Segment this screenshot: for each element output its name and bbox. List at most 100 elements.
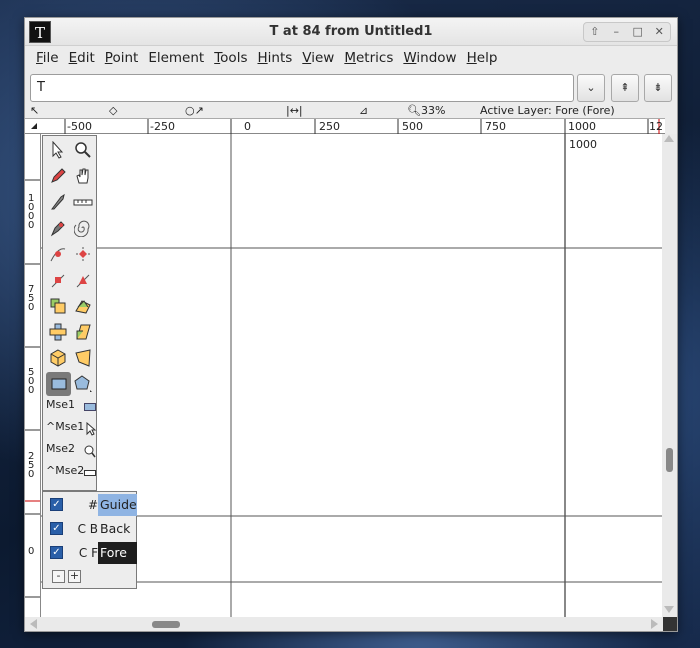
layer-flags: C B bbox=[77, 522, 98, 536]
close-icon[interactable]: ✕ bbox=[650, 23, 668, 41]
up-arrow-icon[interactable]: ⇧ bbox=[586, 23, 604, 41]
menu-help[interactable]: Help bbox=[462, 50, 503, 66]
polygon-tool-icon[interactable] bbox=[72, 373, 94, 395]
layer-row-fore[interactable]: ✓ C F Fore bbox=[43, 542, 137, 564]
curve-point-icon: ○↗ bbox=[185, 104, 204, 117]
ctrl-mouse1-label: ^Mse1 bbox=[46, 420, 85, 433]
mouse1-label: Mse1 bbox=[46, 398, 75, 411]
chevron-down-icon[interactable]: ⌄ bbox=[577, 74, 605, 102]
window-title: T at 84 from Untitled1 bbox=[269, 24, 433, 39]
horizontal-scroll-thumb[interactable] bbox=[152, 621, 180, 628]
status-row: ↖ ◇ ○↗ |↔| ⊿ 🔍︎ 33% Active Layer: Fore (… bbox=[25, 104, 677, 118]
ruler-tick: 1000 bbox=[568, 120, 596, 133]
ruler-tick: 0 bbox=[28, 546, 35, 557]
next-glyph-button[interactable]: ⇟ bbox=[644, 74, 672, 102]
ruler-tick: 2 5 0 bbox=[28, 451, 35, 480]
ctrl-mouse2-ruler-icon bbox=[84, 470, 96, 476]
knife-tool-icon[interactable] bbox=[47, 191, 69, 213]
layer-visible-checkbox[interactable]: ✓ bbox=[50, 522, 63, 535]
mouse2-label: Mse2 bbox=[46, 442, 75, 455]
menu-edit[interactable]: Edit bbox=[64, 50, 100, 66]
scroll-up-icon[interactable] bbox=[664, 135, 674, 142]
minimize-icon[interactable]: – bbox=[607, 23, 625, 41]
cursor-arrow-icon: ↖ bbox=[30, 104, 40, 117]
vertical-ruler: 1 0 0 0 7 5 0 5 0 0 2 5 0 0 2 5 bbox=[25, 134, 41, 631]
menu-window[interactable]: Window bbox=[398, 50, 461, 66]
layer-row-back[interactable]: ✓ C B Back bbox=[43, 518, 136, 540]
advance-width-label: 1000 bbox=[569, 138, 597, 151]
curve-point-tool-icon[interactable] bbox=[47, 243, 69, 265]
horizontal-scrollbar[interactable] bbox=[25, 617, 665, 631]
ruler-tick: 750 bbox=[485, 120, 506, 133]
ruler-tick: 7 5 0 bbox=[28, 284, 35, 313]
scroll-right-icon[interactable] bbox=[651, 619, 658, 629]
layers-palette: ✓ # Guide ✓ C B Back ✓ C F Fore - + bbox=[42, 491, 137, 589]
rectangle-tool-icon[interactable] bbox=[46, 372, 71, 396]
spiro-tool-icon[interactable] bbox=[72, 217, 94, 239]
glyph-selector-row: T ⌄ ⇞ ⇟ bbox=[30, 74, 673, 102]
layer-name[interactable]: Fore bbox=[98, 542, 137, 564]
active-layer-text: Active Layer: Fore (Fore) bbox=[480, 104, 615, 117]
ctrl-mouse2-label: ^Mse2 bbox=[46, 464, 85, 477]
layer-name[interactable]: Guide bbox=[98, 494, 137, 516]
toolbox-palette: Mse1 ^Mse1 Mse2 ^Mse2 bbox=[42, 135, 97, 491]
zoom-level: 33% bbox=[421, 104, 446, 117]
3d-rotate-tool-icon[interactable] bbox=[47, 347, 69, 369]
vertical-scrollbar[interactable] bbox=[662, 134, 677, 617]
tangent-point-tool-icon[interactable] bbox=[72, 269, 94, 291]
magnify-tool-icon[interactable] bbox=[72, 139, 94, 161]
horizontal-ruler: -500 -250 0 250 500 750 1000 12 bbox=[25, 118, 665, 134]
ruler-tick: -500 bbox=[67, 120, 92, 133]
vertical-scroll-thumb[interactable] bbox=[666, 448, 673, 472]
skew-tool-icon[interactable] bbox=[72, 321, 94, 343]
ruler-tick: -250 bbox=[150, 120, 175, 133]
title-bar: T T at 84 from Untitled1 ⇧ – □ ✕ bbox=[25, 18, 677, 46]
previous-glyph-button[interactable]: ⇞ bbox=[611, 74, 639, 102]
layer-flags: C F bbox=[78, 546, 98, 560]
menu-tools[interactable]: Tools bbox=[209, 50, 252, 66]
add-layer-button[interactable]: + bbox=[68, 570, 81, 583]
scroll-left-icon[interactable] bbox=[30, 619, 37, 629]
remove-layer-button[interactable]: - bbox=[52, 570, 65, 583]
perspective-tool-icon[interactable] bbox=[72, 347, 94, 369]
layer-row-guide[interactable]: ✓ # Guide bbox=[43, 494, 137, 516]
layer-visible-checkbox[interactable]: ✓ bbox=[50, 498, 63, 511]
resize-grip-icon[interactable] bbox=[663, 617, 677, 631]
ruler-tick: 12 bbox=[649, 120, 663, 133]
menu-hints[interactable]: Hints bbox=[252, 50, 297, 66]
mouse2-magnify-icon bbox=[84, 444, 96, 458]
angle-icon: ⊿ bbox=[359, 104, 369, 117]
ruler-tick: 5 0 0 bbox=[28, 367, 35, 396]
mouse1-tool-rectangle-icon bbox=[84, 403, 96, 411]
maximize-icon[interactable]: □ bbox=[629, 23, 647, 41]
ruler-tick: 500 bbox=[402, 120, 423, 133]
ctrl-mouse1-pointer-icon bbox=[85, 421, 97, 436]
zoom-icon: 🔍︎ bbox=[407, 104, 421, 117]
menu-element[interactable]: Element bbox=[143, 50, 209, 66]
scale-tool-icon[interactable] bbox=[47, 295, 69, 317]
pencil-tool-icon[interactable] bbox=[47, 165, 69, 187]
ruler-tick: 0 bbox=[244, 120, 251, 133]
ruler-tick: 1 0 0 0 bbox=[28, 193, 35, 231]
menu-view[interactable]: View bbox=[297, 50, 339, 66]
hand-tool-icon[interactable] bbox=[72, 165, 94, 187]
ruler-tool-icon[interactable] bbox=[72, 191, 94, 213]
point-diamond-icon: ◇ bbox=[109, 104, 118, 117]
glyph-name-input[interactable]: T bbox=[30, 74, 574, 102]
layer-flags: # bbox=[87, 498, 98, 512]
layer-visible-checkbox[interactable]: ✓ bbox=[50, 546, 63, 559]
pen-tool-icon[interactable] bbox=[47, 217, 69, 239]
menu-metrics[interactable]: Metrics bbox=[339, 50, 398, 66]
hv-curve-tool-icon[interactable] bbox=[72, 243, 94, 265]
menu-file[interactable]: File bbox=[31, 50, 64, 66]
window-controls: ⇧ – □ ✕ bbox=[583, 22, 671, 42]
pointer-tool-icon[interactable] bbox=[47, 139, 69, 161]
glyph-edit-window: T T at 84 from Untitled1 ⇧ – □ ✕ File Ed… bbox=[24, 17, 678, 632]
rotate-tool-icon[interactable] bbox=[72, 295, 94, 317]
menu-point[interactable]: Point bbox=[100, 50, 144, 66]
flip-tool-icon[interactable] bbox=[47, 321, 69, 343]
distance-icon: |↔| bbox=[286, 104, 303, 117]
layer-name[interactable]: Back bbox=[98, 518, 137, 540]
scroll-down-icon[interactable] bbox=[664, 606, 674, 613]
corner-point-tool-icon[interactable] bbox=[47, 269, 69, 291]
